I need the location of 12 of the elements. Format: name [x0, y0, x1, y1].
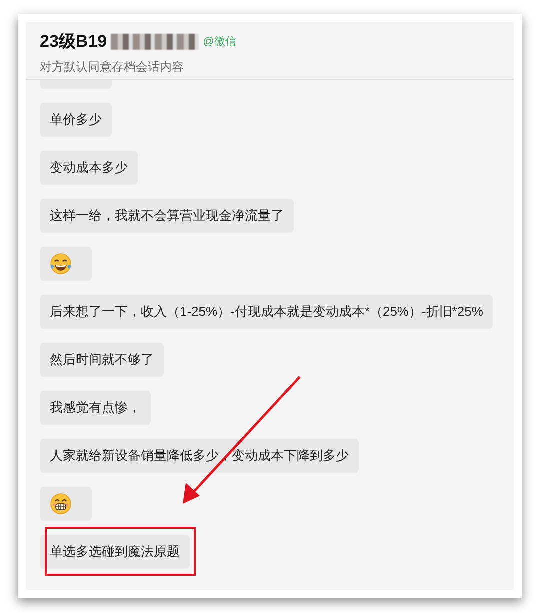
message-bubble: 这样一给，我就不会算营业现金净流量了 [40, 199, 294, 233]
message-bubble: 变动成本多少 [40, 151, 138, 185]
message-bubble: 单选多选碰到魔法原题 [40, 535, 190, 569]
grinning-emoji-icon [50, 493, 72, 515]
message-bubble: 然后时间就不够了 [40, 343, 164, 377]
message-bubble: 后来想了一下，收入（1-25%）-付现成本就是变动成本*（25%）-折旧*25% [40, 295, 494, 329]
source-label: @微信 [203, 35, 236, 49]
archive-notice: 对方默认同意存档会话内容 [40, 59, 185, 76]
message-bubble: 单价多少 [40, 103, 112, 137]
message-bubble: 我感觉有点惨， [40, 391, 151, 425]
laughing-emoji-icon [50, 253, 72, 275]
chat-title: 23级B19 [40, 31, 108, 53]
